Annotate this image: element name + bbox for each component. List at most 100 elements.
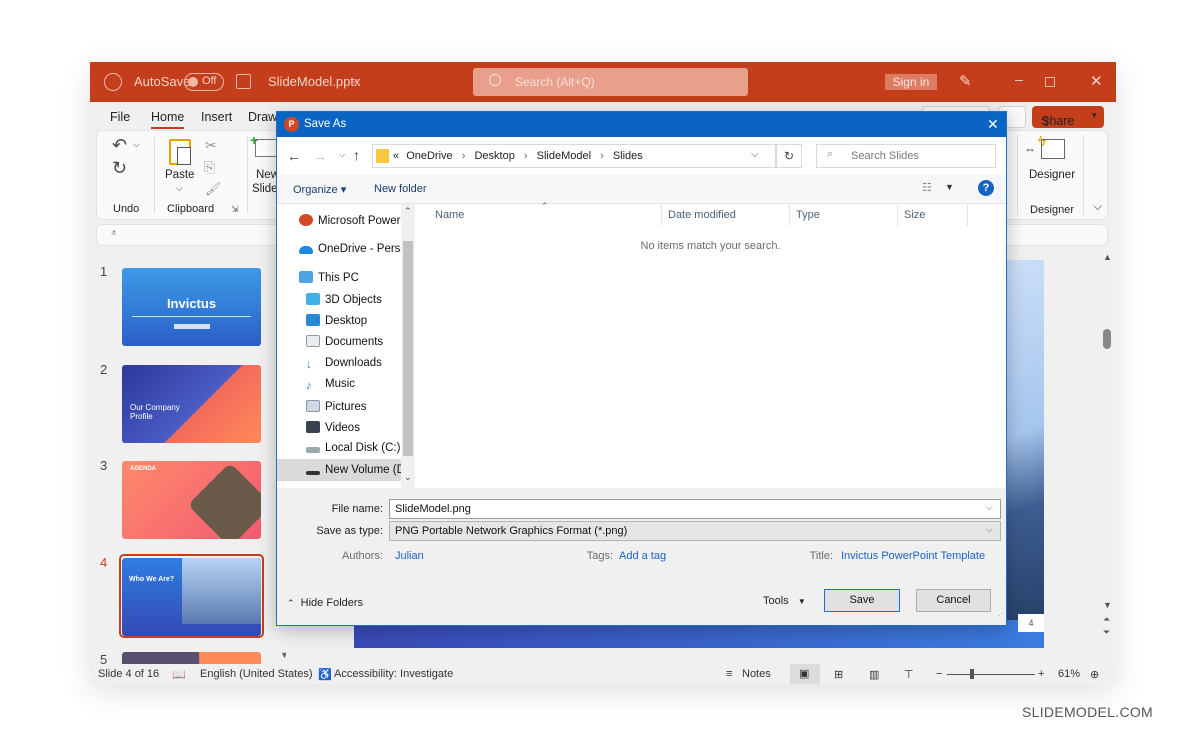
slide-thumbnail-1[interactable]: Invictus [122,268,261,346]
document-title[interactable]: SlideModel.pptx [268,74,361,89]
paste-dropdown-icon[interactable]: ⌵ [176,183,183,194]
hide-folders-button[interactable]: ⌃ Hide Folders [287,597,363,609]
close-window-icon[interactable]: ✕ [1090,72,1103,90]
format-painter-icon[interactable]: 🖌 [205,181,222,197]
file-name-input[interactable]: SlideModel.png ⌵ [389,499,1001,519]
save-icon[interactable] [236,74,251,89]
language-status[interactable]: English (United States) [200,668,313,680]
cut-icon[interactable]: ✂ [205,137,217,154]
slideshow-icon[interactable]: ⊤ [904,668,914,681]
column-header-name[interactable]: Name [435,209,464,221]
resize-grip-icon[interactable]: ⋰ [996,612,1003,620]
spelling-icon[interactable]: 📖 [172,668,186,681]
zoom-level[interactable]: 61% [1058,668,1080,680]
column-header-size[interactable]: Size [904,209,925,221]
tree-item-this-pc[interactable]: This PC [299,271,359,284]
tree-item-new-volume-d[interactable]: New Volume (D: [306,464,408,476]
slide-info[interactable]: Slide 4 of 16 [98,668,159,680]
scrollbar-thumb[interactable] [1103,329,1111,349]
paste-label[interactable]: Paste [165,169,194,181]
copy-icon[interactable]: ⎘ [204,159,215,176]
view-options-icon[interactable]: ☷ [922,181,932,194]
tree-item-powerpoint[interactable]: Microsoft PowerP [299,214,408,227]
folder-tree-scrollbar[interactable]: ⌃ ⌄ [401,204,415,488]
address-dropdown-icon[interactable]: ⌵ [751,149,759,160]
save-button[interactable]: Save [824,589,900,612]
cancel-button[interactable]: Cancel [916,589,991,612]
tree-item-music[interactable]: ♪ Music [306,378,355,392]
accessibility-status[interactable]: Accessibility: Investigate [334,668,453,680]
breadcrumb-item[interactable]: Desktop [474,150,514,162]
new-slide-icon[interactable]: + [250,132,277,157]
redo-icon[interactable]: ↻ [112,158,127,179]
column-divider[interactable] [897,204,898,226]
notes-icon[interactable]: ≡ [726,668,732,680]
breadcrumb-item[interactable]: SlideModel [537,150,591,162]
scroll-down-icon[interactable]: ▼ [1103,600,1112,610]
share-dropdown-icon[interactable]: ▾ [1092,110,1097,121]
dialog-launcher-icon[interactable]: ⇲ [231,204,239,215]
tree-item-desktop[interactable]: Desktop [306,314,367,327]
save-type-select[interactable]: PNG Portable Network Graphics Format (*.… [389,521,1001,541]
tab-insert[interactable]: Insert [201,110,232,124]
next-slide-icon[interactable]: ⏷ [1103,627,1110,638]
tools-button[interactable]: Tools ▼ [763,595,806,607]
title-value[interactable]: Invictus PowerPoint Template [841,550,985,562]
search-slides-input[interactable]: ⌕ Search Slides [816,144,996,168]
tab-file[interactable]: File [110,110,130,124]
tree-item-pictures[interactable]: Pictures [306,400,367,413]
fit-to-window-icon[interactable]: ⊕ [1090,668,1099,681]
address-bar[interactable]: « OneDrive › Desktop › SlideModel › Slid… [372,144,802,168]
normal-view-button[interactable]: ▣ [790,664,820,684]
slide-thumbnail-2[interactable]: Our Company Profile [122,365,261,443]
chevron-down-icon[interactable]: ⌵ [350,74,358,87]
recent-locations-icon[interactable]: ⌵ [339,150,345,160]
scroll-up-icon[interactable]: ⌃ [404,206,412,217]
tree-item-documents[interactable]: Documents [306,335,383,348]
customize-qat-icon[interactable]: ⩡ [111,228,117,239]
refresh-button[interactable]: ↻ [776,144,802,168]
add-tag-link[interactable]: Add a tag [619,550,666,562]
scroll-down-icon[interactable]: ▼ [280,650,286,660]
share-button[interactable]: ⇪ Share ▾ [1032,106,1104,129]
scroll-up-icon[interactable]: ▲ [1103,252,1112,262]
designer-label[interactable]: Designer [1029,169,1075,181]
undo-dropdown-icon[interactable]: ⌵ [133,139,140,150]
zoom-out-button[interactable]: − [936,668,942,680]
dialog-close-icon[interactable]: ✕ [987,116,999,133]
new-folder-button[interactable]: New folder [374,183,427,195]
notes-button[interactable]: Notes [742,668,771,680]
column-divider[interactable] [661,204,662,226]
zoom-slider-thumb[interactable] [970,669,974,679]
file-name-dropdown-icon[interactable]: ⌵ [986,502,993,513]
paste-icon[interactable] [169,139,191,165]
search-box[interactable]: Search (Alt+Q) [473,68,748,96]
authors-value[interactable]: Julian [395,550,424,562]
maximize-icon[interactable] [1045,77,1055,87]
previous-slide-icon[interactable]: ⏶ [1103,614,1110,625]
column-header-date-modified[interactable]: Date modified [668,209,736,221]
collapse-ribbon-icon[interactable]: ⌵ [1093,199,1102,214]
tree-item-local-disk-c[interactable]: Local Disk (C:) [306,442,400,454]
designer-icon[interactable]: ϟ [1038,133,1065,159]
view-dropdown-icon[interactable]: ▼ [945,182,954,192]
column-divider[interactable] [789,204,790,226]
autosave-toggle[interactable]: Off [184,73,224,91]
accessibility-icon[interactable]: ♿ [318,668,332,681]
breadcrumb-item[interactable]: Slides [613,150,643,162]
tab-home[interactable]: Home [151,110,184,124]
undo-icon[interactable]: ↶ [112,135,127,156]
breadcrumb-item[interactable]: OneDrive [406,150,452,162]
tree-item-onedrive[interactable]: OneDrive - Persor [299,243,411,255]
forward-icon[interactable]: → [313,148,327,164]
help-icon[interactable]: ? [978,180,994,196]
tree-item-3d-objects[interactable]: 3D Objects [306,293,382,306]
slide-sorter-icon[interactable]: ⊞ [834,668,843,681]
up-folder-icon[interactable]: ↑ [353,147,360,163]
reading-view-icon[interactable]: ▥ [869,668,879,681]
sign-in-button[interactable]: Sign in [885,74,937,90]
tree-item-videos[interactable]: Videos [306,421,360,434]
slide-thumbnail-3[interactable]: AGENDA [122,461,261,539]
tab-draw[interactable]: Draw [248,110,277,124]
slide-thumbnail-5[interactable] [122,652,261,664]
